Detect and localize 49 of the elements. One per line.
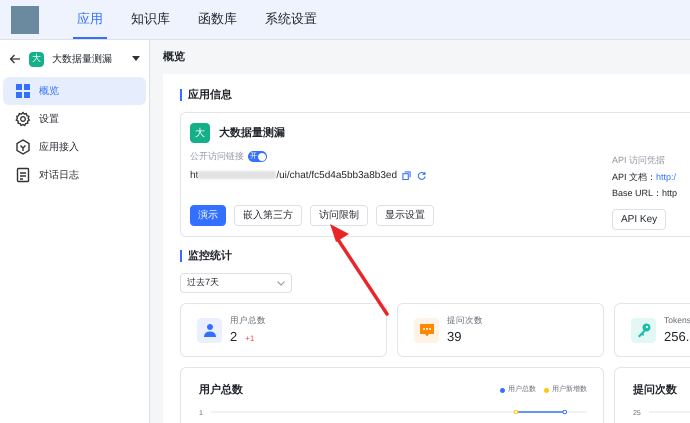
page-title: 概览 bbox=[163, 50, 186, 65]
nav-tab[interactable]: 函数库 bbox=[194, 0, 241, 39]
url-text: /ui/chat/fc5d4a5bb3a8b3ed bbox=[276, 168, 398, 182]
action-button[interactable]: 演示 bbox=[190, 204, 226, 226]
sidebar-item[interactable]: 应用接入 bbox=[3, 133, 146, 161]
api-title: API 访问凭据 bbox=[612, 154, 666, 167]
copy-icon[interactable] bbox=[402, 170, 412, 180]
app-avatar: 大 bbox=[190, 123, 210, 143]
range-select[interactable]: 过去7天 bbox=[180, 273, 292, 293]
stat-label: 提问次数 bbox=[447, 314, 483, 327]
action-button[interactable]: 显示设置 bbox=[376, 204, 434, 226]
chart-title: 用户总数 bbox=[199, 382, 243, 398]
stat-value: 39 bbox=[447, 328, 462, 346]
base-url-value: http bbox=[662, 187, 678, 200]
action-button[interactable]: 访问限制 bbox=[310, 204, 368, 226]
refresh-icon[interactable] bbox=[417, 170, 426, 180]
grid-icon bbox=[15, 83, 31, 99]
section-title: 监控统计 bbox=[188, 248, 232, 264]
api-doc-link[interactable]: http:/ bbox=[656, 170, 676, 184]
url-text: ht bbox=[190, 168, 198, 182]
chevron-down-icon bbox=[277, 280, 285, 286]
logo-photo-placeholder bbox=[11, 6, 39, 34]
stat-delta: +1 bbox=[245, 332, 254, 345]
app-name: 大数据量测漏 bbox=[52, 52, 113, 66]
chat-icon bbox=[418, 322, 434, 338]
settings-icon bbox=[15, 111, 31, 127]
key-icon bbox=[636, 322, 652, 338]
chart-title: 提问次数 bbox=[633, 382, 677, 398]
back-arrow-icon[interactable] bbox=[9, 53, 21, 65]
caret-icon[interactable] bbox=[132, 56, 140, 62]
nav-tab[interactable]: 知识库 bbox=[127, 0, 174, 39]
sidebar-item[interactable]: 设置 bbox=[3, 105, 146, 133]
sidebar-item[interactable]: 对话日志 bbox=[3, 161, 146, 189]
sidebar-item[interactable]: 概览 bbox=[3, 77, 146, 105]
user-icon bbox=[202, 322, 218, 338]
section-title: 应用信息 bbox=[188, 88, 232, 103]
api-doc-label: API 文档： bbox=[612, 170, 656, 184]
hexagon-icon bbox=[15, 139, 31, 155]
action-button[interactable]: 嵌入第三方 bbox=[234, 204, 302, 226]
document-icon bbox=[15, 167, 31, 183]
stat-value: 256. bbox=[664, 328, 690, 346]
app-name: 大数据量测漏 bbox=[219, 126, 285, 141]
public-link-label: 公开访问链接 bbox=[190, 150, 244, 163]
nav-tab[interactable]: 系统设置 bbox=[261, 0, 321, 39]
stat-value: 2 bbox=[230, 328, 238, 346]
api-key-button[interactable]: API Key bbox=[612, 208, 666, 230]
stat-label: 用户总数 bbox=[230, 314, 266, 327]
base-url-label: Base URL： bbox=[612, 187, 662, 200]
app-avatar: 大 bbox=[29, 52, 44, 66]
